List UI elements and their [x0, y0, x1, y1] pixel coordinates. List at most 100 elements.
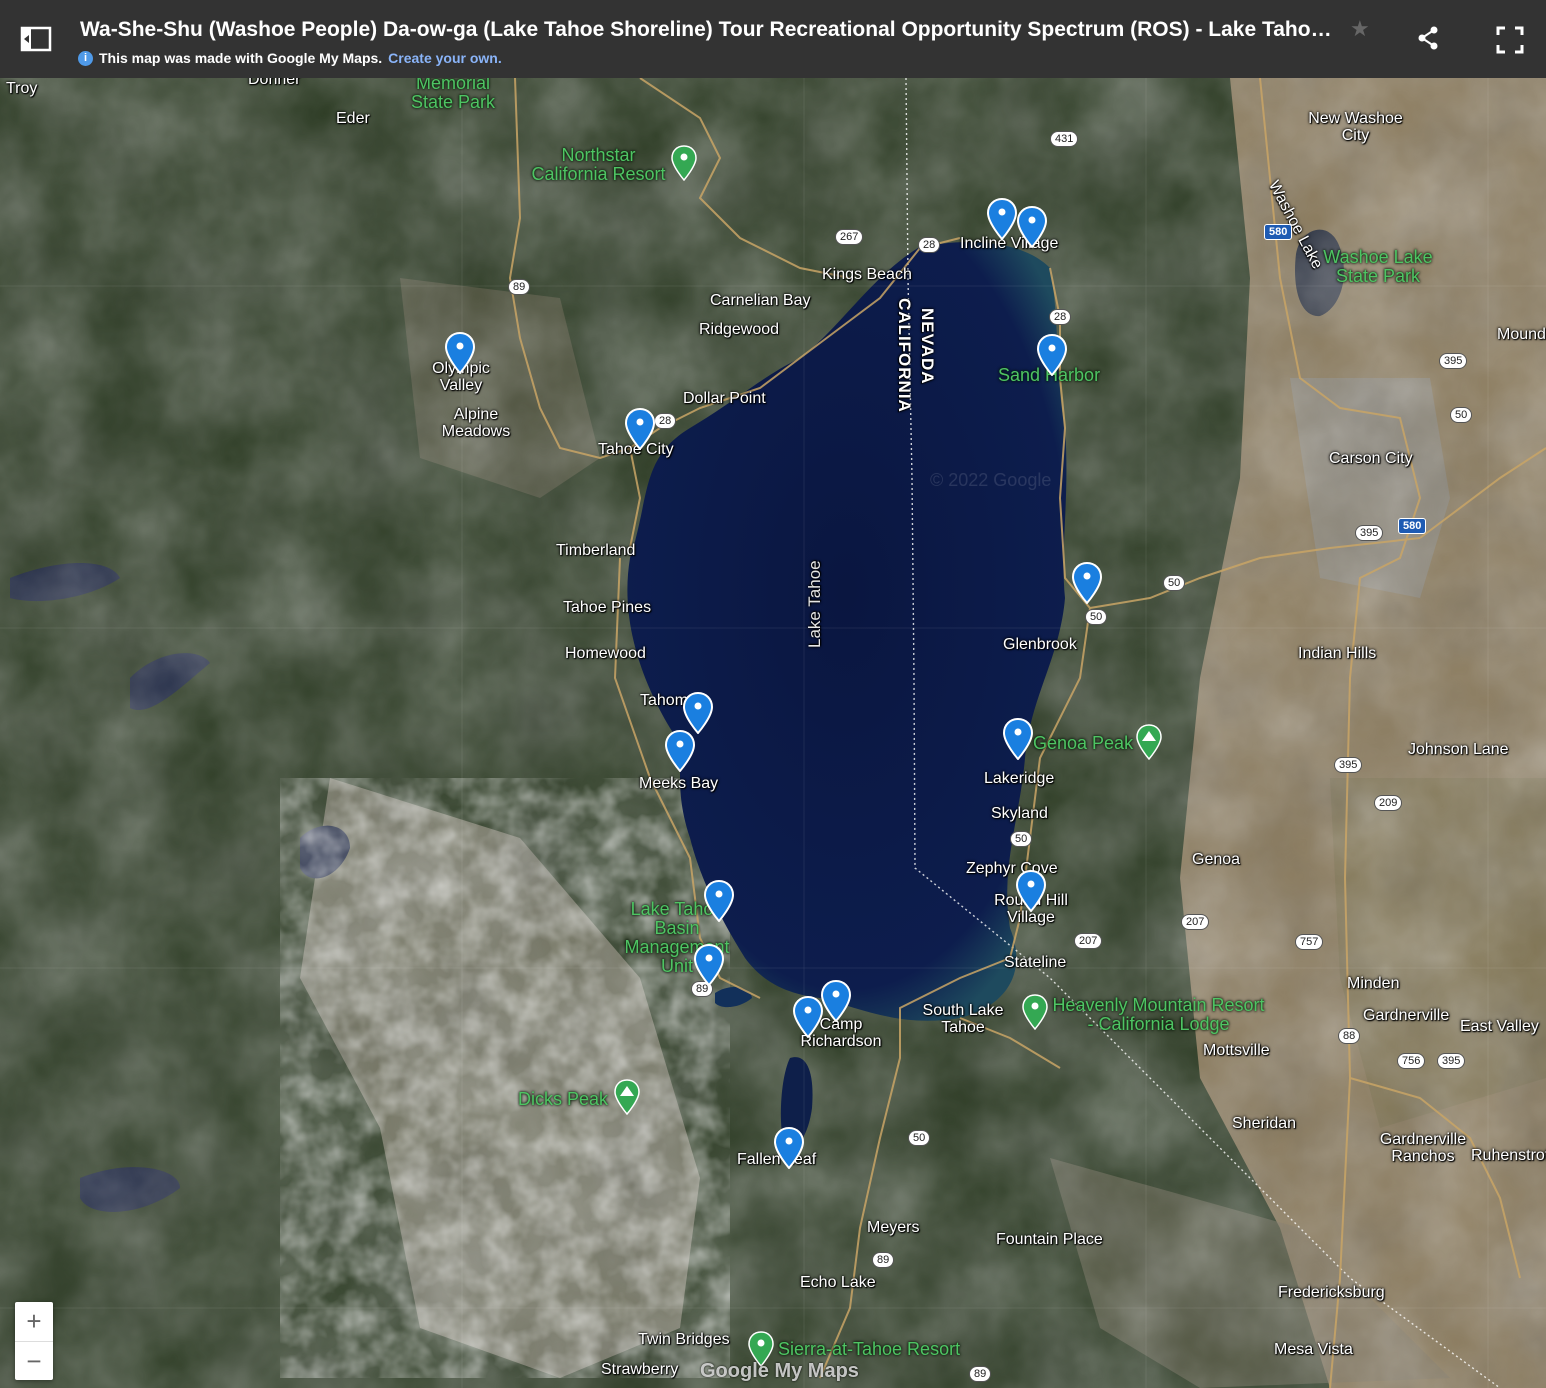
place-label: Homewood — [565, 645, 646, 662]
location-pin-icon[interactable] — [704, 880, 734, 922]
place-label: Genoa Peak — [1033, 733, 1134, 753]
route-shield: 207 — [1181, 914, 1210, 930]
place-label: Glenbrook — [1003, 636, 1077, 653]
place-label: Fountain Place — [996, 1231, 1103, 1248]
route-shield: 89 — [872, 1252, 895, 1268]
place-label: Donner — [248, 78, 301, 88]
place-label: Gardnerville Ranchos — [1379, 1131, 1467, 1165]
route-shield: 395 — [1334, 757, 1363, 773]
create-your-own-link[interactable]: Create your own. — [388, 50, 502, 66]
location-pin-icon[interactable] — [987, 198, 1017, 240]
mountain-pin-icon[interactable] — [614, 1079, 640, 1115]
location-pin-icon[interactable] — [683, 692, 713, 734]
route-shield: 209 — [1374, 795, 1403, 811]
place-label: Mesa Vista — [1274, 1341, 1353, 1358]
place-label: Carson City — [1329, 450, 1413, 467]
place-label: Mound — [1497, 326, 1546, 343]
place-label: Dollar Point — [683, 390, 766, 407]
route-shield: 89 — [969, 1366, 992, 1382]
place-label: Eder — [336, 110, 370, 127]
zoom-in-button[interactable]: + — [15, 1302, 53, 1341]
location-pin-icon[interactable] — [1017, 206, 1047, 248]
ski-pin-icon[interactable] — [671, 145, 697, 181]
location-pin-icon[interactable] — [445, 332, 475, 374]
location-pin-icon[interactable] — [665, 730, 695, 772]
location-pin-icon[interactable] — [1016, 870, 1046, 912]
route-shield: 50 — [908, 1130, 931, 1146]
interstate-shield: 580 — [1264, 224, 1293, 240]
location-pin-icon[interactable] — [1072, 562, 1102, 604]
route-shield: 207 — [1074, 933, 1103, 949]
made-with-notice: i This map was made with Google My Maps.… — [78, 50, 502, 66]
nevada-label: NEVADA — [918, 308, 937, 385]
place-label: Indian Hills — [1298, 645, 1377, 662]
map-copyright: © 2022 Google — [930, 470, 1052, 490]
location-pin-icon[interactable] — [625, 408, 655, 450]
place-label: Tahoe Pines — [563, 599, 652, 616]
route-shield: 431 — [1050, 131, 1079, 147]
place-label: Ruhenstroth — [1471, 1147, 1546, 1164]
place-label: South Lake Tahoe — [922, 1002, 1004, 1036]
place-label: Meyers — [867, 1219, 920, 1236]
interstate-shield: 580 — [1398, 518, 1427, 534]
place-label: Lakeridge — [984, 770, 1055, 787]
place-label: East Valley — [1460, 1018, 1539, 1035]
location-pin-icon[interactable] — [793, 996, 823, 1038]
place-label: Ridgewood — [699, 321, 780, 338]
place-label: Memorial State Park — [410, 78, 496, 112]
place-label: Skyland — [991, 805, 1048, 822]
place-label: Heavenly Mountain Resort - California Lo… — [1052, 995, 1265, 1034]
location-pin-icon[interactable] — [1037, 334, 1067, 376]
place-label: Dicks Peak — [518, 1089, 609, 1109]
route-shield: 89 — [508, 279, 531, 295]
place-label: Timberland — [556, 542, 636, 559]
map-title: Wa-She-Shu (Washoe People) Da-ow-ga (Lak… — [80, 18, 1340, 41]
route-shield: 28 — [1049, 309, 1072, 325]
satellite-terrain — [0, 78, 1546, 1388]
place-label: Washoe Lake State Park — [1323, 247, 1433, 286]
route-shield: 88 — [1338, 1028, 1361, 1044]
location-pin-icon[interactable] — [821, 980, 851, 1022]
route-shield: 28 — [918, 237, 941, 253]
route-shield: 395 — [1437, 1053, 1466, 1069]
mountain-pin-icon[interactable] — [1136, 724, 1162, 760]
route-shield: 267 — [835, 229, 864, 245]
map-header: Wa-She-Shu (Washoe People) Da-ow-ga (Lak… — [0, 0, 1546, 78]
sidebar-toggle-icon[interactable] — [20, 26, 52, 52]
location-pin-icon[interactable] — [1003, 718, 1033, 760]
route-shield: 50 — [1085, 609, 1108, 625]
place-label: Gardnerville — [1363, 1007, 1450, 1024]
info-icon: i — [78, 50, 93, 66]
place-label: Alpine Meadows — [441, 406, 511, 440]
place-label: Kings Beach — [822, 266, 912, 283]
place-label: Troy — [6, 80, 38, 97]
place-label: Sheridan — [1232, 1115, 1297, 1132]
lake-tahoe-label: Lake Tahoe — [805, 560, 824, 648]
california-label: CALIFORNIA — [895, 298, 914, 413]
place-label: Strawberry — [601, 1361, 679, 1378]
place-label: Northstar California Resort — [531, 145, 666, 184]
route-shield: 395 — [1355, 525, 1384, 541]
place-label: Genoa — [1192, 851, 1241, 868]
place-label: New Washoe City — [1308, 110, 1403, 144]
route-shield: 756 — [1397, 1053, 1426, 1069]
place-label: Sierra-at-Tahoe Resort — [778, 1339, 961, 1359]
place-label: Fredericksburg — [1278, 1284, 1385, 1301]
place-label: Johnson Lane — [1408, 741, 1509, 758]
map-canvas[interactable]: © 2022 Google Lake Tahoe NEVADA CALIFORN… — [0, 78, 1546, 1388]
location-pin-icon[interactable] — [774, 1127, 804, 1169]
place-label: Stateline — [1004, 954, 1067, 971]
route-shield: 28 — [654, 413, 677, 429]
ski-pin-icon[interactable] — [1022, 994, 1048, 1030]
star-icon[interactable]: ★ — [1350, 16, 1370, 42]
route-shield: 757 — [1295, 934, 1324, 950]
route-shield: 395 — [1439, 353, 1468, 369]
place-label: Twin Bridges — [638, 1331, 730, 1348]
fullscreen-icon[interactable] — [1494, 24, 1526, 56]
zoom-out-button[interactable]: − — [15, 1341, 53, 1381]
share-icon[interactable] — [1414, 24, 1442, 52]
route-shield: 50 — [1010, 831, 1033, 847]
google-my-maps-watermark: Google My Maps — [700, 1360, 859, 1382]
location-pin-icon[interactable] — [694, 944, 724, 986]
place-label: Mottsville — [1203, 1042, 1270, 1059]
